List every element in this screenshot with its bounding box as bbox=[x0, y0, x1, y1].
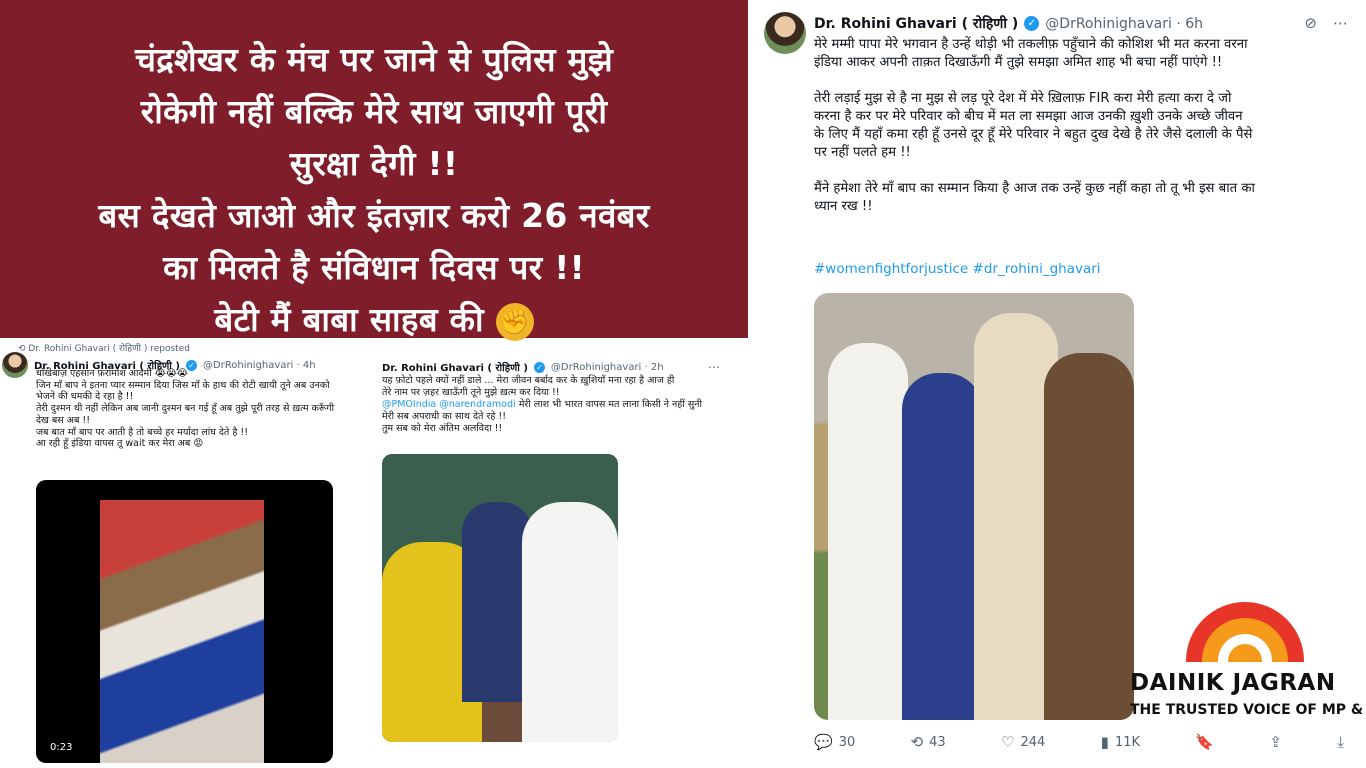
hashtag-link[interactable]: #womenfightforjustice bbox=[814, 261, 968, 277]
video-duration: 0:23 bbox=[50, 742, 73, 753]
tweet-line: करना है कर पर मेरे परिवार को बीच में मत … bbox=[814, 109, 1243, 124]
logo-tagline: THE TRUSTED VOICE OF MP & CG bbox=[1130, 702, 1366, 718]
author-handle[interactable]: @DrRohinighavari · 6h bbox=[1045, 16, 1203, 32]
dainik-jagran-logo: DAINIK JAGRAN THE TRUSTED VOICE OF MP & … bbox=[1128, 600, 1366, 768]
tweet-card-middle[interactable]: Dr. Rohini Ghavari ( रोहिणी ) ✓ @DrRohin… bbox=[372, 356, 748, 768]
retweet-count: 43 bbox=[929, 734, 946, 750]
tweet-line: तुम सब को मेरा अंतिम अलविदा !! bbox=[382, 423, 503, 434]
banner-line-4: बस देखते जाओ और इंतज़ार करो 26 नवंबर bbox=[98, 196, 650, 235]
tweet-line: देख बस अब !! bbox=[36, 414, 91, 426]
banner-line-2: रोकेगी नहीं बल्कि मेरे साथ जाएगी पूरी bbox=[140, 92, 608, 131]
sun-logo-icon bbox=[1186, 602, 1304, 662]
tweet-line: पर नहीं पलते हम !! bbox=[814, 145, 911, 160]
tweet-line: इंडिया आकर अपनी ताक़त दिखाऊँगी मैं तुझे … bbox=[814, 55, 1223, 70]
tweet-line: ध्यान रख !! bbox=[814, 199, 873, 214]
banner-line-6-text: बेटी मैं बाबा साहब की bbox=[214, 300, 484, 339]
tweet-top-icons: ⊘ ⋯ bbox=[1304, 14, 1348, 32]
more-options-icon[interactable]: ⋯ bbox=[708, 360, 720, 374]
verified-badge-icon: ✓ bbox=[533, 361, 545, 373]
tweet-line: भेजने की धमकी दे रहा है !! bbox=[36, 391, 134, 403]
like-count: 244 bbox=[1020, 734, 1046, 750]
tweet-header: Dr. Rohini Ghavari ( रोहिणी ) ✓ @DrRohin… bbox=[814, 14, 1203, 33]
verified-badge-icon: ✓ bbox=[1024, 16, 1040, 31]
mention-line-text: मेरी लाश भी भारत वापस मत लाना किसी ने नह… bbox=[518, 399, 702, 410]
views-icon: ▮ bbox=[1100, 733, 1109, 751]
photo-figure bbox=[902, 373, 982, 720]
raised-fist-icon: ✊ bbox=[495, 302, 534, 341]
tweet-line: जिन माँ बाप ने इतना प्यार सम्मान दिया जि… bbox=[36, 379, 330, 391]
tweet-photo[interactable] bbox=[814, 293, 1134, 720]
tweet-card-left[interactable]: ⟲ Dr. Rohini Ghavari ( रोहिणी ) reposted… bbox=[0, 338, 372, 768]
reply-icon: 💬 bbox=[814, 733, 833, 751]
retweet-button[interactable]: ⟲ 43 bbox=[911, 733, 946, 751]
tweet-line: @PMOIndia @narendramodi मेरी लाश भी भारत… bbox=[382, 399, 742, 411]
retweet-icon: ⟲ bbox=[910, 733, 924, 751]
banner-line-5: का मिलते है संविधान दिवस पर !! bbox=[163, 248, 585, 287]
banner-line-1: चंद्रशेखर के मंच पर जाने से पुलिस मुझे bbox=[135, 40, 613, 79]
like-button[interactable]: ♡ 244 bbox=[1001, 733, 1045, 751]
tweet-text: धोखेबाज़ एहसान फ़रामोश आदमी 😭😭😭 जिन माँ … bbox=[36, 368, 372, 450]
author-name[interactable]: Dr. Rohini Ghavari ( रोहिणी ) bbox=[382, 360, 528, 374]
mention-link[interactable]: @narendramodi bbox=[439, 399, 515, 410]
hashtag-link[interactable]: #dr_rohini_ghavari bbox=[973, 261, 1101, 277]
video-frame bbox=[100, 500, 264, 763]
tweet-text: मेरे मम्मी पापा मेरे भगवान है उन्हें थोड… bbox=[814, 36, 1354, 216]
quote-banner: चंद्रशेखर के मंच पर जाने से पुलिस मुझे र… bbox=[0, 0, 748, 341]
tweet-line: आ रही हूँ इंडिया वापस तू wait कर मेरा अब… bbox=[36, 438, 204, 450]
reply-count: 30 bbox=[838, 734, 856, 750]
tweet-line: जब बात माँ बाप पर आती है तो बच्चे हर मर्… bbox=[36, 426, 249, 438]
avatar[interactable] bbox=[2, 352, 28, 378]
tweet-line: धोखेबाज़ एहसान फ़रामोश आदमी 😭😭😭 bbox=[36, 368, 189, 379]
tweet-header: Dr. Rohini Ghavari ( रोहिणी ) ✓ @DrRohin… bbox=[382, 360, 664, 374]
banner-line-3: सुरक्षा देगी !! bbox=[289, 144, 459, 183]
photo-figure bbox=[1044, 353, 1134, 720]
grok-icon[interactable]: ⊘ bbox=[1304, 14, 1317, 32]
tweet-video[interactable]: 0:23 bbox=[36, 480, 333, 763]
tweet-photo[interactable] bbox=[382, 454, 618, 742]
mention-link[interactable]: @PMOIndia bbox=[382, 399, 436, 410]
tweet-line: मैंने हमेशा तेरे माँ बाप का सम्मान किया … bbox=[814, 181, 1255, 196]
photo-figure bbox=[522, 502, 618, 742]
photo-figure bbox=[828, 343, 908, 720]
tweet-text: यह फ़ोटो पहले क्यों नहीं डाले ... मेरा ज… bbox=[382, 375, 742, 435]
tweet-line: के लिए मैं यहाँ कमा रही हूँ उनसे दूर हूँ… bbox=[814, 127, 1253, 142]
logo-name: DAINIK JAGRAN bbox=[1130, 670, 1336, 696]
hashtag-row: #womenfightforjustice #dr_rohini_ghavari bbox=[814, 261, 1101, 277]
author-handle[interactable]: @DrRohinighavari · 2h bbox=[551, 362, 664, 373]
reply-button[interactable]: 💬 30 bbox=[814, 733, 855, 751]
tweet-line: मेरी सब अपराधी का साथ देते रहे !! bbox=[382, 411, 507, 422]
tweet-line: तेरी लड़ाई मुझ से है ना मुझ से लड़ पूरे … bbox=[814, 91, 1232, 106]
more-options-icon[interactable]: ⋯ bbox=[1333, 14, 1348, 32]
avatar[interactable] bbox=[764, 12, 806, 54]
tweet-line: तेरी दुश्मन थी नहीं लेकिन अब जानी दुश्मन… bbox=[36, 403, 335, 415]
tweet-line: तेरे नाम पर ज़हर खाऊँगी तूने मुझे ख़त्म … bbox=[382, 387, 560, 398]
author-name[interactable]: Dr. Rohini Ghavari ( रोहिणी ) bbox=[814, 14, 1018, 33]
tweet-line: यह फ़ोटो पहले क्यों नहीं डाले ... मेरा ज… bbox=[382, 375, 675, 386]
heart-icon: ♡ bbox=[1001, 733, 1015, 751]
tweet-line: मेरे मम्मी पापा मेरे भगवान है उन्हें थोड… bbox=[814, 37, 1248, 52]
